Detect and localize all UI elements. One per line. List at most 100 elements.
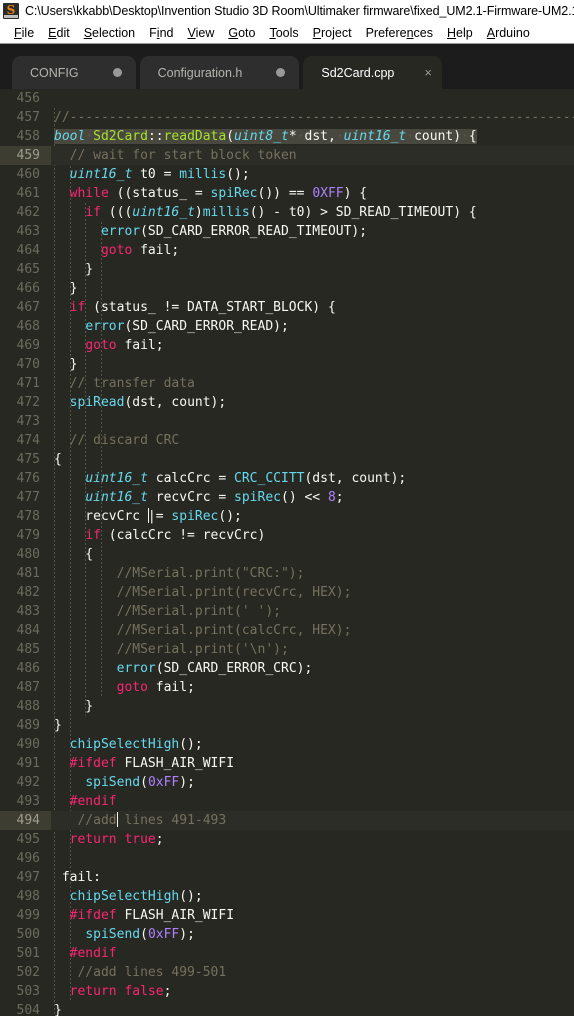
code-text[interactable]: // discard CRC <box>51 431 574 450</box>
code-line[interactable]: 480 { <box>0 545 574 564</box>
menu-item-project[interactable]: Project <box>306 25 359 41</box>
code-text[interactable]: spiRead(dst, count); <box>51 393 574 412</box>
code-text[interactable]: fail: <box>51 868 574 887</box>
code-line[interactable]: 479 if (calcCrc != recvCrc) <box>0 526 574 545</box>
code-text[interactable]: recvCrc |= spiRec(); <box>51 507 574 526</box>
code-text[interactable]: error(SD_CARD_ERROR_CRC); <box>51 659 574 678</box>
menu-item-arduino[interactable]: Arduino <box>480 25 537 41</box>
code-text[interactable]: //add lines 499-501 <box>51 963 574 982</box>
code-text[interactable]: goto fail; <box>51 678 574 697</box>
code-line[interactable]: 474 // discard CRC <box>0 431 574 450</box>
code-line[interactable]: 459 // wait for start block token <box>0 146 574 165</box>
code-text[interactable]: { <box>51 450 574 469</box>
code-text[interactable]: spiSend(0xFF); <box>51 925 574 944</box>
code-text[interactable]: //MSerial.print("CRC:"); <box>51 564 574 583</box>
code-text[interactable]: error(SD_CARD_ERROR_READ); <box>51 317 574 336</box>
code-line[interactable]: 476 uint16_t calcCrc = CRC_CCITT(dst, co… <box>0 469 574 488</box>
dirty-indicator-icon[interactable] <box>276 68 286 77</box>
code-text[interactable]: } <box>51 260 574 279</box>
code-text[interactable] <box>51 412 574 431</box>
code-line[interactable]: 470 } <box>0 355 574 374</box>
code-line[interactable]: 493 #endif <box>0 792 574 811</box>
menu-item-find[interactable]: Find <box>142 25 180 41</box>
code-text[interactable]: #endif <box>51 792 574 811</box>
code-text[interactable]: if (((uint16_t)millis() - t0) > SD_READ_… <box>51 203 574 222</box>
code-line[interactable]: 456 <box>0 89 574 108</box>
code-line[interactable]: 486 error(SD_CARD_ERROR_CRC); <box>0 659 574 678</box>
code-line[interactable]: 501 #endif <box>0 944 574 963</box>
code-text[interactable]: chipSelectHigh(); <box>51 887 574 906</box>
code-text[interactable]: #ifdef FLASH_AIR_WIFI <box>51 754 574 773</box>
code-line[interactable]: 482 //MSerial.print(recvCrc, HEX); <box>0 583 574 602</box>
code-text[interactable]: uint16_t recvCrc = spiRec() << 8; <box>51 488 574 507</box>
code-text[interactable]: } <box>51 1001 574 1016</box>
menu-item-help[interactable]: Help <box>440 25 480 41</box>
code-text[interactable]: return true; <box>51 830 574 849</box>
code-text[interactable]: chipSelectHigh(); <box>51 735 574 754</box>
code-text[interactable]: } <box>51 355 574 374</box>
code-line[interactable]: 465 } <box>0 260 574 279</box>
code-line[interactable]: 492 spiSend(0xFF); <box>0 773 574 792</box>
menu-item-file[interactable]: File <box>7 25 41 41</box>
code-text[interactable]: //--------------------------------------… <box>51 108 574 127</box>
code-line[interactable]: 498 chipSelectHigh(); <box>0 887 574 906</box>
code-text[interactable]: spiSend(0xFF); <box>51 773 574 792</box>
menu-item-preferences[interactable]: Preferences <box>359 25 440 41</box>
code-text[interactable]: } <box>51 697 574 716</box>
code-line[interactable]: 487 goto fail; <box>0 678 574 697</box>
code-line[interactable]: 466 } <box>0 279 574 298</box>
code-line[interactable]: 485 //MSerial.print('\n'); <box>0 640 574 659</box>
code-text[interactable]: //MSerial.print(recvCrc, HEX); <box>51 583 574 602</box>
code-text[interactable] <box>51 89 574 108</box>
tab-configuration-h[interactable]: Configuration.h <box>139 56 300 89</box>
code-line[interactable]: 464 goto fail; <box>0 241 574 260</box>
code-text[interactable]: //MSerial.print(calcCrc, HEX); <box>51 621 574 640</box>
code-line[interactable]: 491 #ifdef FLASH_AIR_WIFI <box>0 754 574 773</box>
code-line[interactable]: 494 //add lines 491-493 <box>0 811 574 830</box>
code-text[interactable]: #ifdef FLASH_AIR_WIFI <box>51 906 574 925</box>
code-line[interactable]: 490 chipSelectHigh(); <box>0 735 574 754</box>
code-text[interactable]: #endif <box>51 944 574 963</box>
code-text[interactable]: { <box>51 545 574 564</box>
code-line[interactable]: 460 uint16_t t0 = millis(); <box>0 165 574 184</box>
menu-item-edit[interactable]: Edit <box>41 25 77 41</box>
code-text[interactable]: //MSerial.print(' '); <box>51 602 574 621</box>
code-text[interactable]: if (calcCrc != recvCrc) <box>51 526 574 545</box>
code-text[interactable] <box>51 849 574 868</box>
code-line[interactable]: 461 while ((status_ = spiRec()) == 0XFF)… <box>0 184 574 203</box>
code-editor[interactable]: 456 457 //-------------------------------… <box>0 89 574 1016</box>
code-text[interactable]: error(SD_CARD_ERROR_READ_TIMEOUT); <box>51 222 574 241</box>
tab-config[interactable]: CONFIG <box>12 56 136 89</box>
code-line[interactable]: 484 //MSerial.print(calcCrc, HEX); <box>0 621 574 640</box>
code-text[interactable]: if (status_ != DATA_START_BLOCK) { <box>51 298 574 317</box>
code-text[interactable]: } <box>51 279 574 298</box>
menu-item-tools[interactable]: Tools <box>262 25 305 41</box>
code-text[interactable]: while ((status_ = spiRec()) == 0XFF) { <box>51 184 574 203</box>
code-line[interactable]: 481 //MSerial.print("CRC:"); <box>0 564 574 583</box>
code-text[interactable]: uint16_t calcCrc = CRC_CCITT(dst, count)… <box>51 469 574 488</box>
code-line[interactable]: 500 spiSend(0xFF); <box>0 925 574 944</box>
code-line[interactable]: 488 } <box>0 697 574 716</box>
tab-sd2card-cpp[interactable]: Sd2Card.cpp × <box>303 56 442 89</box>
code-text[interactable]: bool·Sd2Card::readData(uint8_t*·dst,·uin… <box>51 127 574 146</box>
code-text[interactable]: goto fail; <box>51 336 574 355</box>
code-text[interactable]: //add lines 491-493 <box>51 811 574 830</box>
menu-item-view[interactable]: View <box>180 25 221 41</box>
code-lines[interactable]: 456 457 //-------------------------------… <box>0 89 574 1016</box>
code-line[interactable]: 471 // transfer data <box>0 374 574 393</box>
code-line[interactable]: 469 goto fail; <box>0 336 574 355</box>
menu-item-goto[interactable]: Goto <box>221 25 262 41</box>
code-line[interactable]: 463 error(SD_CARD_ERROR_READ_TIMEOUT); <box>0 222 574 241</box>
code-line[interactable]: 477 uint16_t recvCrc = spiRec() << 8; <box>0 488 574 507</box>
code-line[interactable]: 504} <box>0 1001 574 1016</box>
code-line[interactable]: 467 if (status_ != DATA_START_BLOCK) { <box>0 298 574 317</box>
code-line[interactable]: 495 return true; <box>0 830 574 849</box>
code-line[interactable]: 503 return false; <box>0 982 574 1001</box>
code-text[interactable]: uint16_t t0 = millis(); <box>51 165 574 184</box>
code-line[interactable]: 457 //-----------------------------------… <box>0 108 574 127</box>
code-line[interactable]: 497 fail: <box>0 868 574 887</box>
code-line[interactable]: 473 <box>0 412 574 431</box>
code-line[interactable]: 462 if (((uint16_t)millis() - t0) > SD_R… <box>0 203 574 222</box>
code-line[interactable]: 502 //add lines 499-501 <box>0 963 574 982</box>
code-line[interactable]: 496 <box>0 849 574 868</box>
